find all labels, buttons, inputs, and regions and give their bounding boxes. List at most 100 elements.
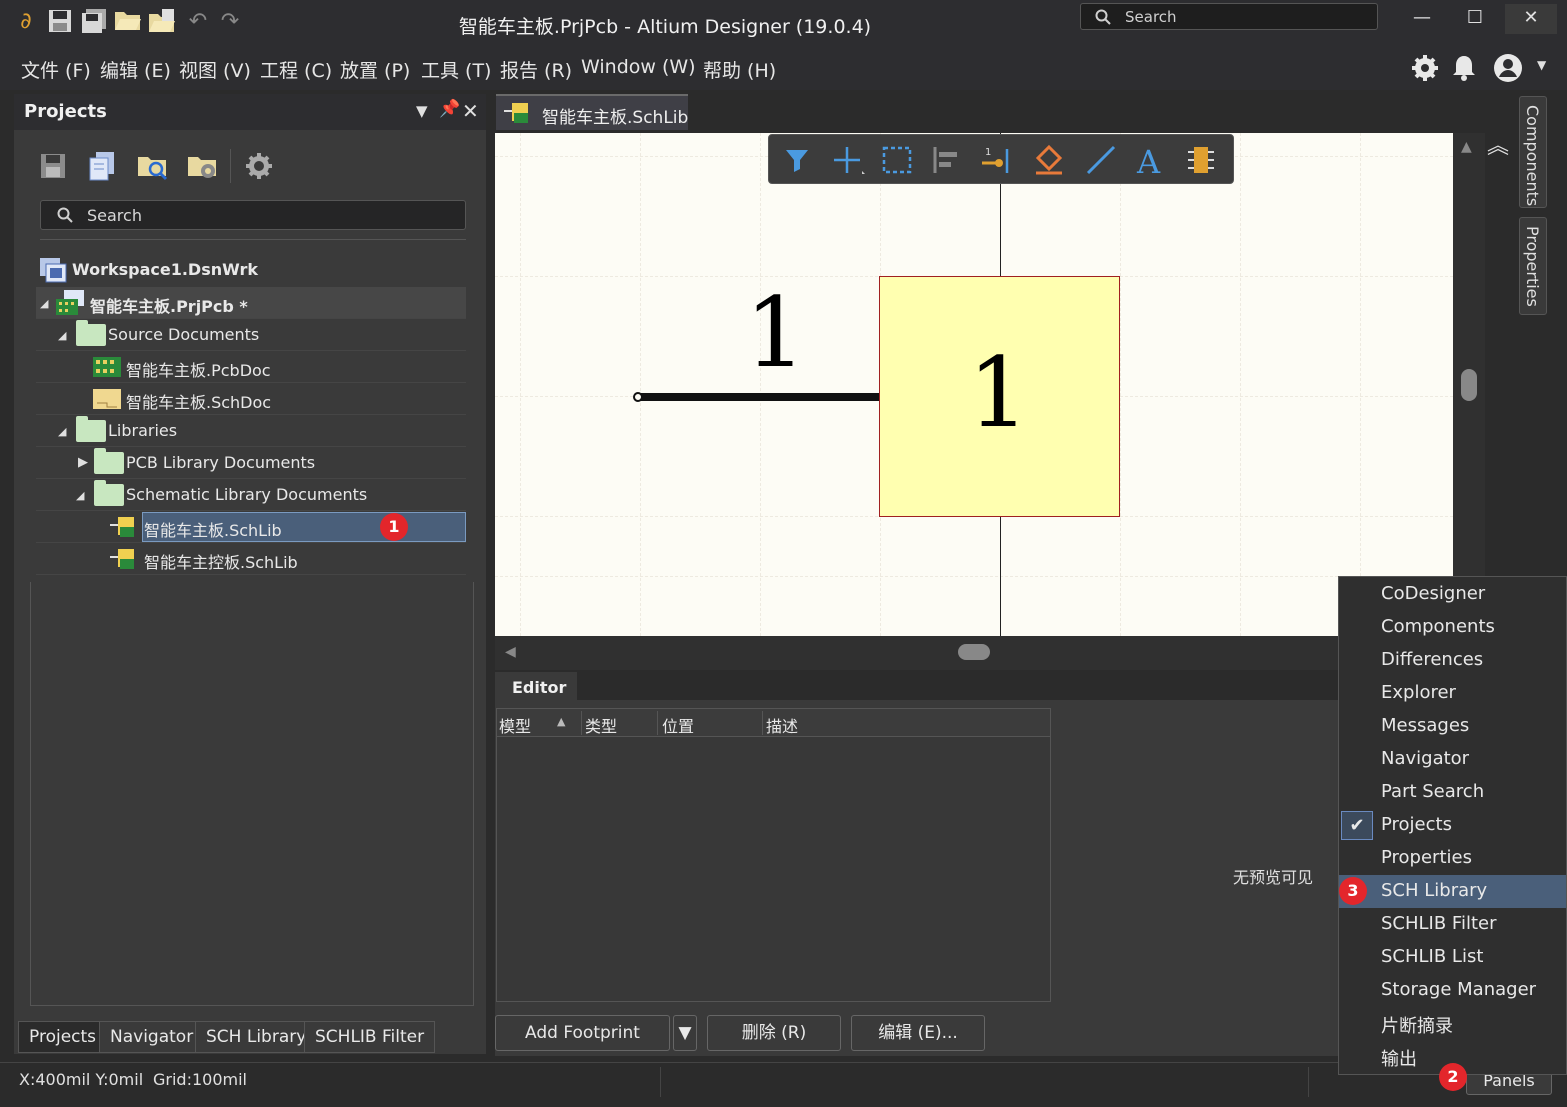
menu-place[interactable]: 放置 (P) — [340, 56, 410, 83]
projects-search-input[interactable]: Search — [40, 200, 466, 230]
maximize-button[interactable]: ☐ — [1449, 4, 1501, 34]
place-line-icon[interactable] — [1083, 143, 1119, 177]
tree-project[interactable]: ◢ 智能车主板.PrjPcb * — [36, 287, 466, 319]
panel-tab-schlib-filter[interactable]: SCHLIB Filter — [304, 1021, 436, 1053]
projects-panel: Projects ▼ 📌 ✕ Search Workspace1.DsnWrk … — [14, 94, 486, 1054]
delete-button[interactable]: 删除 (R) — [707, 1015, 841, 1051]
panels-menu-item[interactable]: SCHLIB List — [1339, 941, 1566, 974]
col-type[interactable]: 类型 — [585, 713, 617, 737]
add-footprint-button[interactable]: Add Footprint — [495, 1015, 670, 1051]
copy-documents-icon[interactable] — [86, 149, 120, 183]
menu-reports[interactable]: 报告 (R) — [500, 56, 572, 83]
filter-icon[interactable] — [779, 143, 815, 177]
panels-menu-item[interactable]: 片断摘录 — [1339, 1007, 1566, 1040]
panel-settings-gear-icon[interactable] — [242, 149, 276, 183]
tree-source-documents[interactable]: ◢ Source Documents — [36, 319, 466, 351]
tree-schematic-library-documents[interactable]: ◢ Schematic Library Documents — [36, 479, 466, 511]
panels-menu-item[interactable]: SCHLIB Filter — [1339, 908, 1566, 941]
grid-size: Grid:100mil — [153, 1070, 247, 1089]
col-model[interactable]: 模型 — [499, 713, 531, 737]
panel-menu-chevron-icon[interactable]: ▼ — [416, 102, 428, 120]
menu-view[interactable]: 视图 (V) — [179, 56, 251, 83]
add-footprint-dropdown-icon[interactable]: ▼ — [673, 1015, 697, 1051]
panels-menu-item-label: Messages — [1381, 715, 1470, 736]
component-body[interactable]: 1 — [879, 276, 1120, 517]
collapse-arrow-icon[interactable]: ◢ — [40, 297, 48, 310]
menu-help[interactable]: 帮助 (H) — [703, 56, 776, 83]
settings-gear-icon[interactable] — [1411, 54, 1439, 82]
horizontal-scroll-thumb[interactable] — [958, 644, 990, 660]
collapse-arrow-icon[interactable]: ◢ — [58, 425, 66, 438]
move-icon[interactable] — [829, 143, 865, 177]
folder-icon — [76, 416, 106, 442]
menu-window[interactable]: Window (W) — [581, 56, 696, 78]
pin-line[interactable] — [636, 393, 884, 401]
side-tab-properties[interactable]: Properties — [1519, 217, 1547, 315]
place-polygon-icon[interactable] — [1031, 143, 1067, 177]
close-button[interactable]: ✕ — [1505, 4, 1557, 34]
tree-workspace[interactable]: Workspace1.DsnWrk — [36, 254, 466, 286]
tree-libraries[interactable]: ◢ Libraries — [36, 415, 466, 447]
side-tab-components-label: Components — [1523, 105, 1542, 207]
col-location[interactable]: 位置 — [662, 713, 694, 737]
editor-tab[interactable]: Editor — [495, 672, 577, 702]
close-panel-icon[interactable]: ✕ — [462, 99, 479, 123]
panels-menu-item[interactable]: Explorer — [1339, 677, 1566, 710]
explore-folder-icon[interactable] — [136, 149, 170, 183]
tree-pcb-doc[interactable]: 智能车主板.PcbDoc — [36, 351, 466, 383]
menu-edit[interactable]: 编辑 (E) — [100, 56, 171, 83]
collapse-arrow-icon[interactable]: ◢ — [76, 489, 84, 502]
minimize-button[interactable]: — — [1396, 4, 1448, 34]
expand-arrow-icon[interactable]: ▶ — [78, 455, 88, 470]
tree-schlib-1[interactable]: 智能车主板.SchLib 1 — [36, 511, 466, 543]
panel-tab-navigator[interactable]: Navigator — [99, 1021, 205, 1053]
schematic-canvas[interactable]: 1 1 — [495, 133, 1453, 636]
tree-sch-doc[interactable]: 智能车主板.SchDoc — [36, 383, 466, 415]
place-pin-icon[interactable]: 1 — [979, 143, 1015, 177]
menu-project[interactable]: 工程 (C) — [260, 56, 332, 83]
horizontal-scrollbar[interactable]: ◀ — [495, 636, 1453, 670]
panel-tab-sch-library[interactable]: SCH Library — [195, 1021, 318, 1053]
scroll-left-icon[interactable]: ◀ — [505, 644, 516, 660]
panels-menu-item[interactable]: Navigator — [1339, 743, 1566, 776]
pin-icon[interactable]: 📌 — [439, 99, 460, 119]
tree-pcb-library-documents[interactable]: ▶ PCB Library Documents — [36, 447, 466, 479]
menu-tools[interactable]: 工具 (T) — [421, 56, 491, 83]
panels-menu-item-label: Projects — [1381, 814, 1452, 835]
save-icon[interactable] — [36, 149, 70, 183]
panels-menu-item-sch-library[interactable]: 3 SCH Library — [1339, 875, 1566, 908]
panels-menu-item[interactable]: Storage Manager — [1339, 974, 1566, 1007]
place-component-icon[interactable] — [1183, 143, 1219, 177]
divider — [40, 239, 466, 240]
panels-menu-item[interactable]: Part Search — [1339, 776, 1566, 809]
panels-menu-item[interactable]: CoDesigner — [1339, 578, 1566, 611]
panels-menu: CoDesigner Components Differences Explor… — [1338, 576, 1567, 1075]
place-text-icon[interactable]: A — [1133, 143, 1169, 177]
tree-schlib-2[interactable]: 智能车主控板.SchLib — [36, 543, 466, 575]
collapse-up-icon[interactable]: ︽ — [1487, 128, 1509, 160]
side-tab-components[interactable]: Components — [1519, 96, 1547, 208]
panels-menu-item[interactable]: Components — [1339, 611, 1566, 644]
document-tab[interactable]: 智能车主板.SchLib — [496, 94, 688, 130]
col-description[interactable]: 描述 — [766, 713, 798, 737]
panel-tab-projects[interactable]: Projects — [18, 1021, 108, 1053]
user-account-icon[interactable] — [1492, 52, 1524, 84]
projects-panel-title: Projects — [24, 101, 107, 122]
menu-file[interactable]: 文件 (F) — [21, 56, 91, 83]
select-area-icon[interactable] — [879, 143, 915, 177]
folder-settings-icon[interactable] — [186, 149, 220, 183]
collapse-arrow-icon[interactable]: ◢ — [58, 329, 66, 342]
edit-button[interactable]: 编辑 (E)... — [851, 1015, 985, 1051]
panels-menu-item[interactable]: Properties — [1339, 842, 1566, 875]
panels-menu-item[interactable]: Differences — [1339, 644, 1566, 677]
scroll-up-icon[interactable]: ▲ — [1461, 139, 1472, 155]
notifications-bell-icon[interactable] — [1452, 54, 1476, 82]
panels-menu-item[interactable]: Messages — [1339, 710, 1566, 743]
global-search-input[interactable]: Search — [1080, 3, 1378, 30]
vertical-scrollbar[interactable]: ▲ — [1453, 133, 1485, 636]
folder-icon — [94, 480, 124, 506]
account-chevron-down-icon[interactable]: ▼ — [1537, 58, 1546, 72]
align-icon[interactable] — [929, 143, 965, 177]
panels-menu-item-projects[interactable]: ✔ Projects — [1339, 809, 1566, 842]
vertical-scroll-thumb[interactable] — [1461, 369, 1477, 401]
